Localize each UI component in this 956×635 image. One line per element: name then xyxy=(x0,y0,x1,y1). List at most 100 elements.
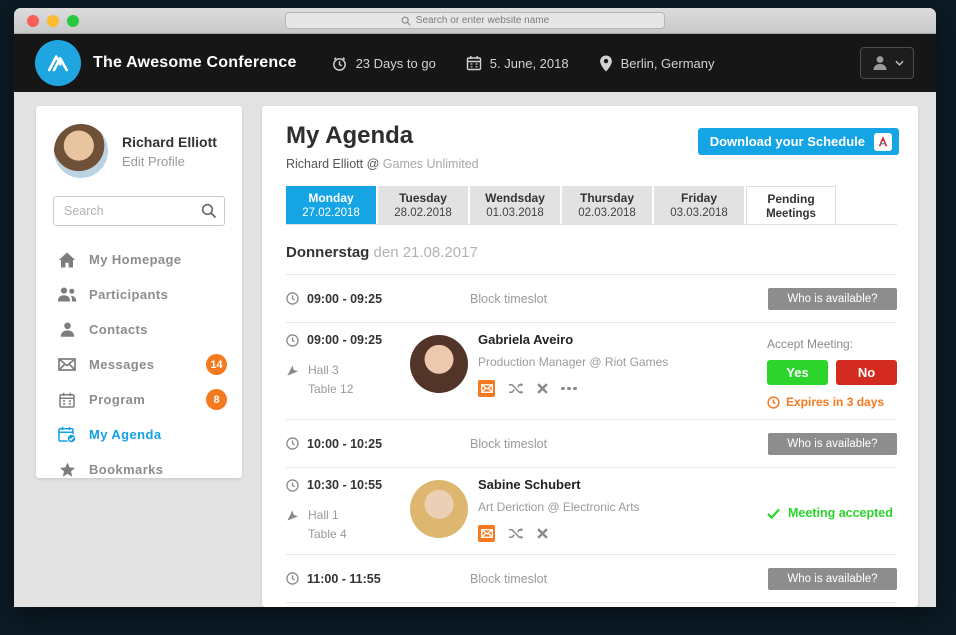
who-is-available-button[interactable]: Who is available? xyxy=(768,433,897,455)
close-window-button[interactable] xyxy=(27,15,39,27)
message-icon[interactable] xyxy=(478,525,495,542)
profile-name: Richard Elliott xyxy=(122,134,217,150)
minimize-window-button[interactable] xyxy=(47,15,59,27)
sidebar-item-bookmarks[interactable]: Bookmarks xyxy=(36,452,242,487)
alarm-clock-icon xyxy=(331,55,348,72)
sidebar-item-label: Messages xyxy=(89,357,154,372)
countdown-item: 23 Days to go xyxy=(331,55,436,72)
timeslot-time: 09:00 - 09:25 xyxy=(307,292,382,306)
meeting-response: Meeting accepted xyxy=(767,476,897,544)
tab-day: Tuesday xyxy=(399,191,447,205)
clock-icon xyxy=(286,292,299,305)
tab-friday[interactable]: Friday 03.03.2018 xyxy=(654,186,744,224)
accept-yes-button[interactable]: Yes xyxy=(767,360,828,385)
navigation-arrow-icon xyxy=(286,509,299,522)
sidebar-item-my-agenda[interactable]: My Agenda xyxy=(36,417,242,452)
sidebar-item-label: Participants xyxy=(89,287,168,302)
app-title: The Awesome Conference xyxy=(93,54,297,72)
tab-monday[interactable]: Monday 27.02.2018 xyxy=(286,186,376,224)
sidebar-search xyxy=(53,196,225,226)
participant-name: Sabine Schubert xyxy=(478,476,640,494)
meeting-actions xyxy=(478,380,668,397)
address-bar-placeholder: Search or enter website name xyxy=(416,15,549,26)
clock-icon xyxy=(286,572,299,585)
who-is-available-button[interactable]: Who is available? xyxy=(768,288,897,310)
tab-date: 03.03.2018 xyxy=(670,207,728,219)
content-area: Richard Elliott Edit Profile My Homepage… xyxy=(14,92,936,607)
header-meta: 23 Days to go 5. June, 2018 Berlin, Germ… xyxy=(331,55,715,72)
reschedule-shuffle-icon[interactable] xyxy=(508,382,524,395)
zoom-window-button[interactable] xyxy=(67,15,79,27)
edit-profile-link[interactable]: Edit Profile xyxy=(122,154,217,169)
tab-day: Pending xyxy=(767,192,814,206)
block-timeslot-label: Block timeslot xyxy=(470,437,547,451)
timeslot-time: 10:00 - 10:25 xyxy=(307,437,382,451)
sidebar-item-program[interactable]: Program 8 xyxy=(36,382,242,417)
timeslot-time: 09:00 - 09:25 xyxy=(307,333,382,347)
profile-avatar[interactable] xyxy=(54,124,108,178)
block-timeslot-label: Block timeslot xyxy=(470,292,547,306)
meeting-response: Accept Meeting: Yes No Expires in 3 days xyxy=(767,331,897,409)
agenda-row-block: 09:00 - 09:25 Block timeslot Who is avai… xyxy=(286,274,897,322)
message-icon[interactable] xyxy=(478,380,495,397)
cancel-x-icon[interactable] xyxy=(537,528,548,539)
sidebar-item-contacts[interactable]: Contacts xyxy=(36,312,242,347)
sidebar-search-input[interactable] xyxy=(53,196,225,226)
agenda-row-block: 11:00 - 11:55 Block timeslot Who is avai… xyxy=(286,554,897,602)
tab-pending-meetings[interactable]: Pending Meetings xyxy=(746,186,836,224)
user-menu-button[interactable] xyxy=(860,47,914,79)
messages-badge: 14 xyxy=(206,354,227,375)
participants-icon xyxy=(56,287,78,302)
participant-avatar[interactable] xyxy=(410,480,468,538)
block-timeslot-label: Block timeslot xyxy=(470,572,547,586)
tab-day: Wendsday xyxy=(485,191,545,205)
search-icon xyxy=(201,203,217,224)
who-is-available-button[interactable]: Who is available? xyxy=(768,568,897,590)
tab-wendsday[interactable]: Wendsday 01.03.2018 xyxy=(470,186,560,224)
agenda-row-meeting: 10:30 - 10:55 Hall 1Table 4 Sabine Schub… xyxy=(286,467,897,554)
day-heading-day: Donnerstag xyxy=(286,244,369,261)
app-header: The Awesome Conference 23 Days to go 5. … xyxy=(14,34,936,92)
countdown-label: 23 Days to go xyxy=(356,56,436,71)
tab-day: Thursday xyxy=(580,191,634,205)
profile-block: Richard Elliott Edit Profile xyxy=(36,106,242,188)
participant-role: Art Deriction @ Electronic Arts xyxy=(478,500,640,514)
location-label: Berlin, Germany xyxy=(621,56,715,71)
sidebar-item-messages[interactable]: Messages 14 xyxy=(36,347,242,382)
tab-date: 01.03.2018 xyxy=(486,207,544,219)
chevron-down-icon xyxy=(895,60,904,66)
address-bar[interactable]: Search or enter website name xyxy=(285,12,665,29)
star-icon xyxy=(56,462,78,478)
sidebar-item-label: My Agenda xyxy=(89,427,161,442)
pdf-icon xyxy=(874,133,892,151)
agenda-row-block: 10:00 - 10:25 Block timeslot Who is avai… xyxy=(286,419,897,467)
timeslot-time: 11:00 - 11:55 xyxy=(307,572,381,586)
tab-thursday[interactable]: Thursday 02.03.2018 xyxy=(562,186,652,224)
cancel-x-icon[interactable] xyxy=(537,383,548,394)
sidebar-nav: My Homepage Participants Contacts Messag… xyxy=(36,242,242,487)
download-schedule-button[interactable]: Download your Schedule xyxy=(698,128,899,155)
contact-icon xyxy=(56,322,78,337)
tab-tuesday[interactable]: Tuesday 28.02.2018 xyxy=(378,186,468,224)
envelope-icon xyxy=(56,358,78,371)
accept-no-button[interactable]: No xyxy=(836,360,897,385)
sidebar-item-my-homepage[interactable]: My Homepage xyxy=(36,242,242,277)
sidebar-item-participants[interactable]: Participants xyxy=(36,277,242,312)
accept-meeting-label: Accept Meeting: xyxy=(767,331,897,351)
expires-clock-icon xyxy=(767,396,780,409)
expires-label: Expires in 3 days xyxy=(786,395,884,409)
sidebar-item-label: Contacts xyxy=(89,322,148,337)
participant-avatar[interactable] xyxy=(410,335,468,393)
location-item: Berlin, Germany xyxy=(599,55,715,72)
meeting-actions xyxy=(478,525,640,542)
clock-icon xyxy=(286,479,299,492)
clock-icon xyxy=(286,437,299,450)
download-schedule-label: Download your Schedule xyxy=(710,134,865,149)
reschedule-shuffle-icon[interactable] xyxy=(508,527,524,540)
accepted-label: Meeting accepted xyxy=(788,506,893,520)
more-options-icon[interactable] xyxy=(561,387,577,391)
agenda-panel: My Agenda Richard Elliott @ Games Unlimi… xyxy=(262,106,918,607)
clock-icon xyxy=(286,334,299,347)
day-tabs: Monday 27.02.2018 Tuesday 28.02.2018 Wen… xyxy=(286,186,897,225)
participant-role: Production Manager @ Riot Games xyxy=(478,355,668,369)
